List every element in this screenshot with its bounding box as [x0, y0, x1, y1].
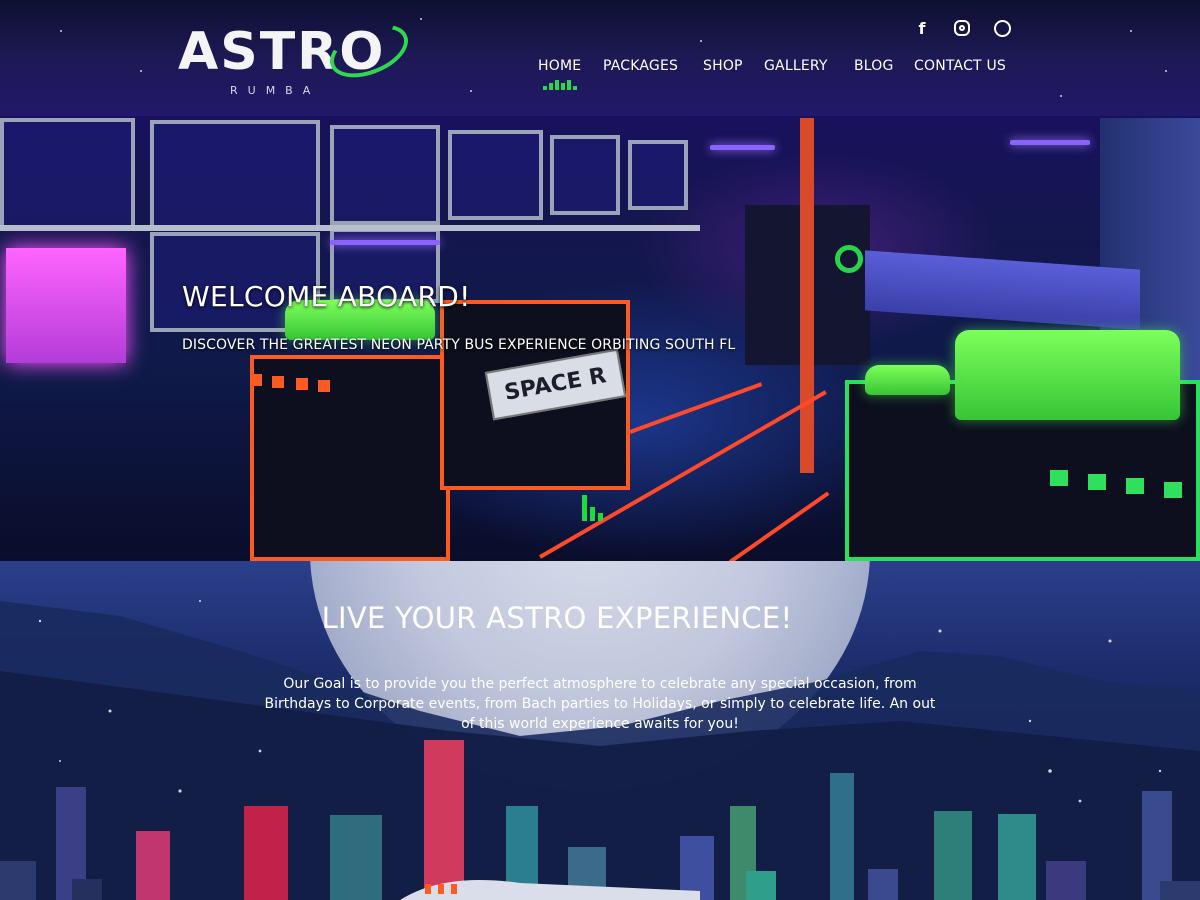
neon-trash-can [955, 330, 1180, 420]
nav-item-home[interactable]: HOME [538, 58, 581, 74]
neon-strip [330, 240, 440, 245]
nav-item-shop[interactable]: SHOP [703, 58, 743, 74]
active-nav-equalizer-icon [543, 80, 579, 90]
experience-section: LIVE YOUR ASTRO EXPERIENCE! Our Goal is … [0, 561, 1200, 900]
bus-window [150, 120, 320, 230]
experience-description: Our Goal is to provide you the perfect a… [264, 676, 936, 732]
bus-window [550, 135, 620, 215]
neon-square [250, 374, 262, 386]
window-rail [0, 225, 700, 231]
instagram-icon[interactable] [952, 18, 972, 38]
bus-pole [800, 118, 814, 473]
neon-square [272, 376, 284, 388]
neon-square [1050, 470, 1068, 486]
neon-strip [1010, 140, 1090, 145]
bus-window [628, 140, 688, 210]
whatsapp-icon[interactable] [992, 18, 1012, 38]
bus-window [330, 125, 440, 225]
neon-tray [865, 365, 950, 395]
nav-item-blog[interactable]: BLOG [854, 58, 894, 74]
social-links: f [912, 18, 1012, 38]
neon-strip [710, 145, 775, 150]
experience-title: LIVE YOUR ASTRO EXPERIENCE! [321, 601, 793, 635]
neon-square [318, 380, 330, 392]
bus-window [0, 118, 135, 230]
nav-item-packages[interactable]: PACKAGES [603, 58, 678, 74]
hero-content: WELCOME ABOARD! DISCOVER THE GREATEST NE… [182, 280, 735, 353]
neon-square [1126, 478, 1144, 494]
neon-square [296, 378, 308, 390]
bus-window [448, 130, 543, 220]
neon-pink-light [6, 248, 126, 363]
hero-title: WELCOME ABOARD! [182, 280, 471, 313]
hero-subtitle: DISCOVER THE GREATEST NEON PARTY BUS EXP… [182, 337, 736, 353]
facebook-icon[interactable]: f [912, 18, 932, 38]
neon-square [1088, 474, 1106, 490]
nav-item-gallery[interactable]: GALLERY [764, 58, 828, 74]
brand-tagline: RUMBA [230, 84, 321, 97]
brand-logo[interactable]: ASTRO RUMBA [178, 14, 416, 106]
nav-item-contact-us[interactable]: CONTACT US [914, 58, 1006, 74]
neon-square [1164, 482, 1182, 498]
